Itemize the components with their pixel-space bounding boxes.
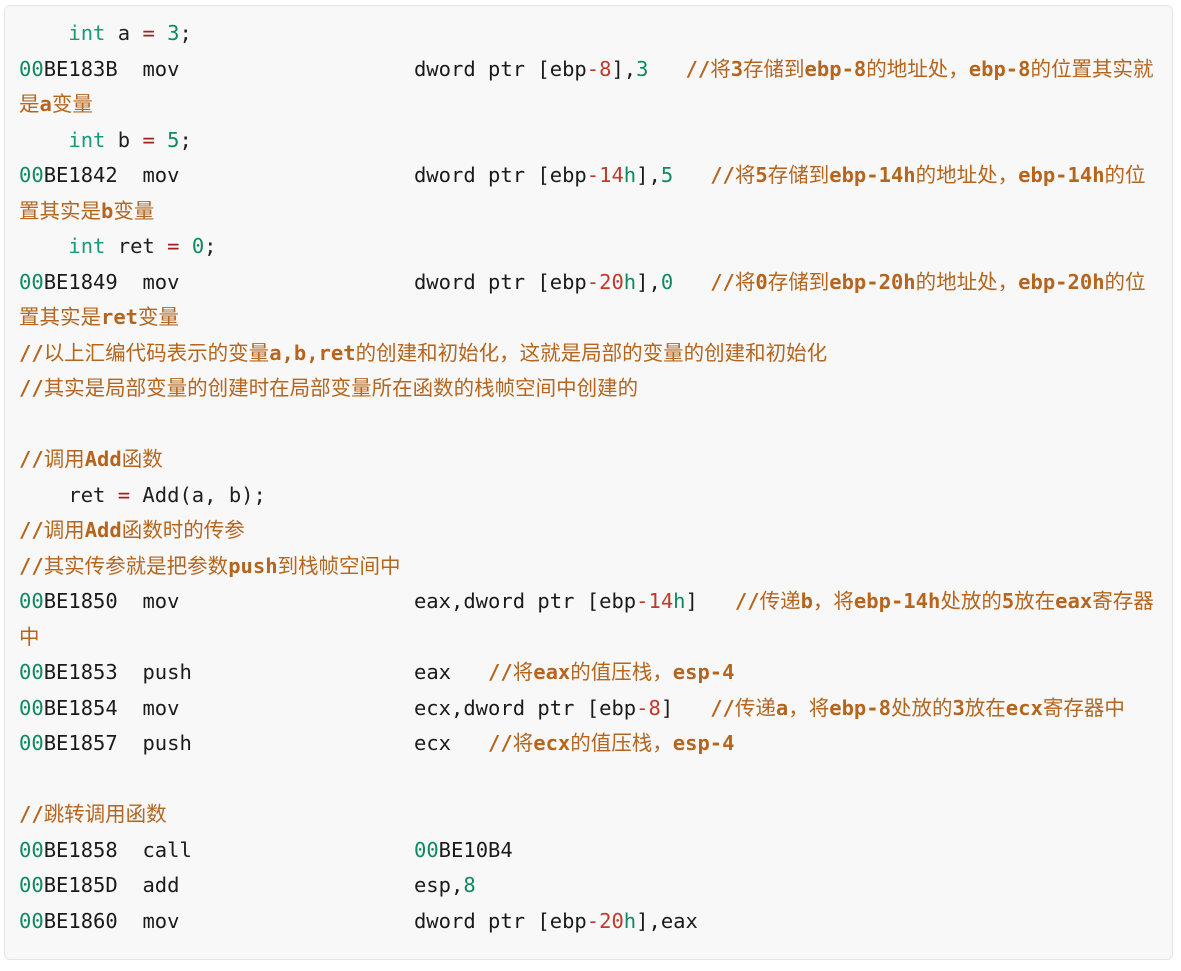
asm-address: 00BE1860 (19, 908, 118, 933)
asm-mnemonic: add (142, 873, 180, 897)
asm-address: 00BE1857 (19, 731, 118, 755)
code-line-asm: 00BE1858 call 00BE10B4 (5, 833, 1172, 869)
code-line-source: int a = 3; (68, 21, 192, 45)
code-line-comment: //调用Add函数 (5, 442, 1172, 478)
asm-mnemonic: push (142, 731, 192, 755)
asm-operands: esp,8 (413, 873, 476, 897)
asm-mnemonic: mov (142, 163, 180, 187)
line-comment: //其实传参就是把参数push到栈帧空间中 (19, 553, 401, 578)
asm-operands: dword ptr [ebp-8],3 (413, 56, 649, 81)
code-line-comment: //其实是局部变量的创建时在局部变量所在函数的栈帧空间中创建的 (5, 371, 1172, 407)
asm-mnemonic: mov (142, 908, 180, 933)
code-line-asm: 00BE185D add esp,8 (5, 868, 1172, 904)
asm-address: 00BE1854 (19, 695, 118, 720)
line-comment: //调用Add函数时的传参 (19, 518, 245, 542)
code-line-comment: //跳转调用函数 (5, 797, 1172, 833)
code-line-asm: 00BE1860 mov dword ptr [ebp-20h],eax (5, 904, 1172, 940)
code-line-source: int ret = 0; (68, 234, 217, 258)
asm-operands: eax (413, 660, 452, 684)
asm-comment: //将ecx的值压栈，esp-4 (488, 731, 735, 755)
asm-operands: ecx (413, 731, 452, 755)
asm-address: 00BE1849 (19, 269, 118, 294)
asm-address: 00BE185D (19, 873, 118, 897)
code-line-source: int b = 5; (68, 127, 192, 152)
code-line-asm: 00BE1857 push ecx //将ecx的值压栈，esp-4 (5, 726, 1172, 762)
asm-operands: ecx,dword ptr [ebp-8] (413, 695, 674, 720)
asm-operands: dword ptr [ebp-20h],eax (413, 908, 698, 933)
asm-address: 00BE1850 (19, 589, 118, 613)
line-comment: //调用Add函数 (19, 447, 163, 471)
asm-operands: dword ptr [ebp-20h],0 (413, 269, 674, 294)
line-comment: //跳转调用函数 (19, 802, 167, 826)
asm-comment: //将eax的值压栈，esp-4 (488, 660, 735, 684)
code-line-asm: 00BE1849 mov dword ptr [ebp-20h],0 //将0存… (5, 265, 1172, 336)
asm-address: 00BE183B (19, 56, 118, 81)
asm-mnemonic: mov (142, 269, 180, 294)
code-line-comment: //调用Add函数时的传参 (5, 513, 1172, 549)
asm-address: 00BE1858 (19, 837, 118, 862)
code-line-comment: //其实传参就是把参数push到栈帧空间中 (5, 549, 1172, 585)
asm-operands: 00BE10B4 (413, 837, 513, 862)
line-comment: //以上汇编代码表示的变量a,b,ret的创建和初始化，这就是局部的变量的创建和… (19, 340, 828, 365)
code-line-comment: //以上汇编代码表示的变量a,b,ret的创建和初始化，这就是局部的变量的创建和… (5, 336, 1172, 372)
code-line-list: int a = 3; 00BE183B mov dword ptr [ebp-8]… (5, 16, 1172, 939)
asm-mnemonic: call (142, 837, 192, 862)
code-line-source: ret = Add(a, b); (68, 482, 266, 507)
asm-address: 00BE1853 (19, 660, 118, 684)
asm-comment: //传递a，将ebp-8处放的3放在ecx寄存器中 (710, 695, 1125, 720)
code-line-asm: 00BE1850 mov eax,dword ptr [ebp-14h] //传… (5, 584, 1172, 655)
code-block: int a = 3; 00BE183B mov dword ptr [ebp-8]… (4, 5, 1173, 960)
asm-operands: eax,dword ptr [ebp-14h] (413, 589, 698, 613)
code-line-asm: 00BE1853 push eax //将eax的值压栈，esp-4 (5, 655, 1172, 691)
code-line-asm: 00BE1854 mov ecx,dword ptr [ebp-8] //传递a… (5, 691, 1172, 727)
code-line-asm: 00BE1842 mov dword ptr [ebp-14h],5 //将5存… (5, 158, 1172, 229)
asm-mnemonic: mov (142, 56, 180, 81)
asm-operands: dword ptr [ebp-14h],5 (413, 163, 674, 187)
asm-address: 00BE1842 (19, 163, 118, 187)
asm-mnemonic: push (142, 660, 192, 684)
asm-mnemonic: mov (142, 589, 180, 613)
asm-mnemonic: mov (142, 695, 180, 720)
line-comment: //其实是局部变量的创建时在局部变量所在函数的栈帧空间中创建的 (19, 376, 639, 400)
code-line-asm: 00BE183B mov dword ptr [ebp-8],3 //将3存储到… (5, 52, 1172, 123)
